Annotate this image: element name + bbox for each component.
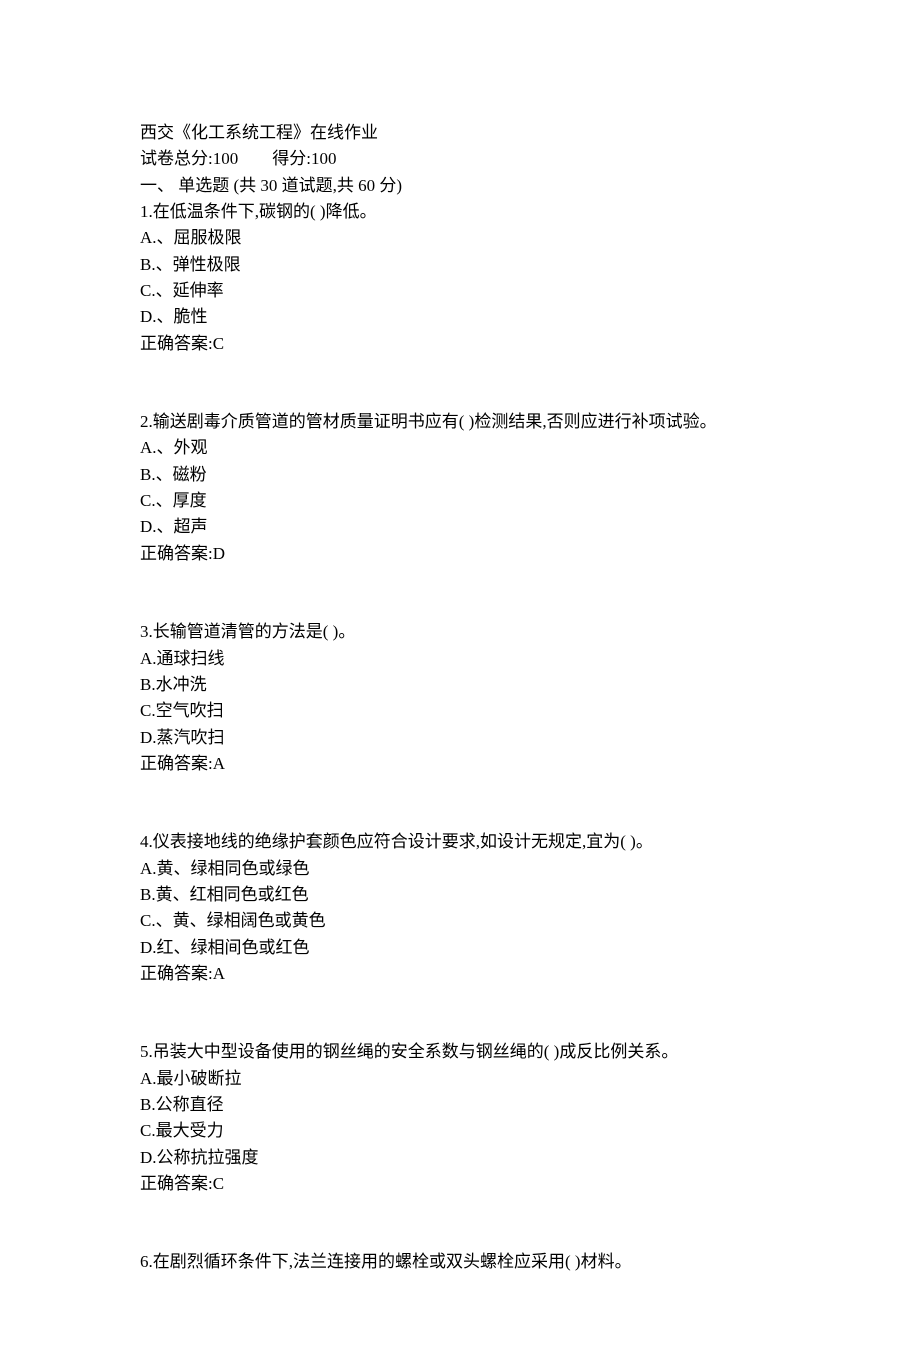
question-option: C.空气吹扫 bbox=[140, 698, 780, 724]
question-option: A.、外观 bbox=[140, 435, 780, 461]
question-gap bbox=[140, 777, 780, 829]
question-answer: 正确答案:A bbox=[140, 961, 780, 987]
question-answer: 正确答案:D bbox=[140, 541, 780, 567]
question-option: D.、超声 bbox=[140, 514, 780, 540]
section-heading: 一、 单选题 (共 30 道试题,共 60 分) bbox=[140, 173, 780, 199]
questions-container: 1.在低温条件下,碳钢的( )降低。A.、屈服极限B.、弹性极限C.、延伸率D.… bbox=[140, 199, 780, 1276]
question-stem: 6.在剧烈循环条件下,法兰连接用的螺栓或双头螺栓应采用( )材料。 bbox=[140, 1249, 780, 1275]
question-stem: 5.吊装大中型设备使用的钢丝绳的安全系数与钢丝绳的( )成反比例关系。 bbox=[140, 1039, 780, 1065]
question-gap bbox=[140, 567, 780, 619]
score-total-label: 试卷总分: bbox=[140, 149, 213, 168]
question-block: 6.在剧烈循环条件下,法兰连接用的螺栓或双头螺栓应采用( )材料。 bbox=[140, 1249, 780, 1275]
question-option: A.最小破断拉 bbox=[140, 1066, 780, 1092]
question-option: B.黄、红相同色或红色 bbox=[140, 882, 780, 908]
question-option: A.黄、绿相同色或绿色 bbox=[140, 856, 780, 882]
score-got-label: 得分: bbox=[272, 149, 311, 168]
question-answer: 正确答案:C bbox=[140, 331, 780, 357]
question-gap bbox=[140, 987, 780, 1039]
question-option: A.、屈服极限 bbox=[140, 225, 780, 251]
question-answer: 正确答案:C bbox=[140, 1171, 780, 1197]
question-option: D.公称抗拉强度 bbox=[140, 1145, 780, 1171]
question-option: B.、弹性极限 bbox=[140, 252, 780, 278]
question-stem: 1.在低温条件下,碳钢的( )降低。 bbox=[140, 199, 780, 225]
score-got-value: 100 bbox=[311, 149, 337, 168]
question-option: D.红、绿相间色或红色 bbox=[140, 935, 780, 961]
document-page: 西交《化工系统工程》在线作业 试卷总分:100得分:100 一、 单选题 (共 … bbox=[0, 0, 920, 1356]
question-gap bbox=[140, 1197, 780, 1249]
score-line: 试卷总分:100得分:100 bbox=[140, 146, 780, 172]
assignment-title: 西交《化工系统工程》在线作业 bbox=[140, 120, 780, 146]
question-option: B.、磁粉 bbox=[140, 462, 780, 488]
question-option: A.通球扫线 bbox=[140, 646, 780, 672]
question-option: D.、脆性 bbox=[140, 304, 780, 330]
score-total-value: 100 bbox=[213, 149, 239, 168]
question-option: B.公称直径 bbox=[140, 1092, 780, 1118]
question-option: D.蒸汽吹扫 bbox=[140, 725, 780, 751]
question-block: 3.长输管道清管的方法是( )。A.通球扫线B.水冲洗C.空气吹扫D.蒸汽吹扫正… bbox=[140, 619, 780, 777]
question-block: 1.在低温条件下,碳钢的( )降低。A.、屈服极限B.、弹性极限C.、延伸率D.… bbox=[140, 199, 780, 357]
question-block: 2.输送剧毒介质管道的管材质量证明书应有( )检测结果,否则应进行补项试验。A.… bbox=[140, 409, 780, 567]
question-option: C.、厚度 bbox=[140, 488, 780, 514]
question-stem: 3.长输管道清管的方法是( )。 bbox=[140, 619, 780, 645]
question-option: C.、延伸率 bbox=[140, 278, 780, 304]
question-gap bbox=[140, 357, 780, 409]
question-stem: 4.仪表接地线的绝缘护套颜色应符合设计要求,如设计无规定,宜为( )。 bbox=[140, 829, 780, 855]
question-block: 5.吊装大中型设备使用的钢丝绳的安全系数与钢丝绳的( )成反比例关系。A.最小破… bbox=[140, 1039, 780, 1197]
question-stem: 2.输送剧毒介质管道的管材质量证明书应有( )检测结果,否则应进行补项试验。 bbox=[140, 409, 780, 435]
question-option: C.最大受力 bbox=[140, 1118, 780, 1144]
question-option: B.水冲洗 bbox=[140, 672, 780, 698]
question-answer: 正确答案:A bbox=[140, 751, 780, 777]
question-block: 4.仪表接地线的绝缘护套颜色应符合设计要求,如设计无规定,宜为( )。A.黄、绿… bbox=[140, 829, 780, 987]
question-option: C.、黄、绿相阔色或黄色 bbox=[140, 908, 780, 934]
